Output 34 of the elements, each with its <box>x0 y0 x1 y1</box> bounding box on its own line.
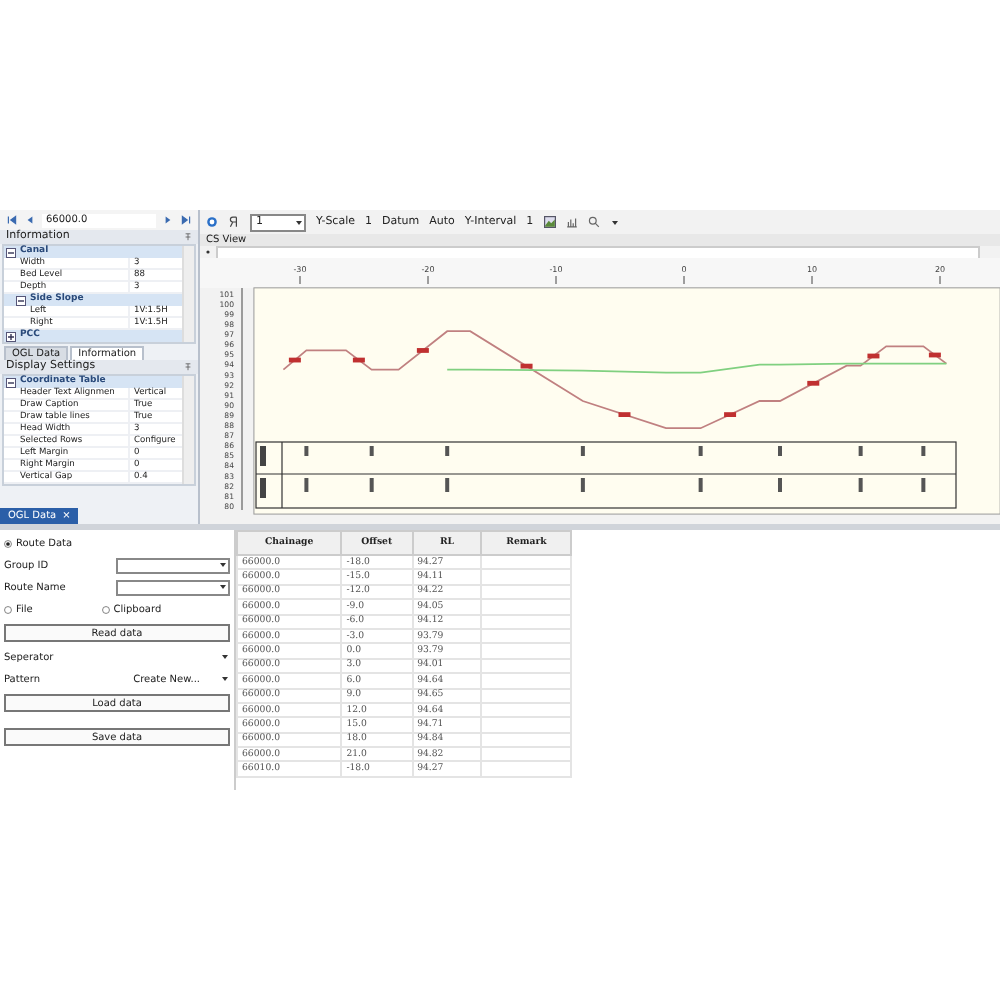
level-tag <box>352 357 365 363</box>
expand-icon[interactable] <box>6 331 16 341</box>
level-tag <box>288 357 301 363</box>
pin-icon[interactable] <box>184 232 192 242</box>
level-tag <box>416 348 429 353</box>
radio-button[interactable] <box>101 605 110 613</box>
pin-icon[interactable] <box>184 362 192 372</box>
dropdown-arrow-icon[interactable] <box>220 674 230 684</box>
mirror-r-icon[interactable] <box>228 216 240 228</box>
bullet-icon <box>204 248 212 256</box>
dropdown-arrow-icon[interactable] <box>218 581 228 591</box>
collapse-icon[interactable] <box>16 295 26 305</box>
radio-button[interactable] <box>4 539 12 547</box>
radio-button[interactable] <box>4 605 12 613</box>
collapse-icon[interactable] <box>6 377 16 387</box>
picture-icon[interactable] <box>543 216 556 228</box>
level-tag <box>807 380 820 386</box>
first-icon[interactable] <box>6 214 18 226</box>
next-icon[interactable] <box>162 214 174 226</box>
level-tag <box>867 353 880 359</box>
chart-icon[interactable] <box>565 216 578 228</box>
level-tag <box>928 352 941 358</box>
zoom-icon[interactable] <box>587 216 600 228</box>
level-tag <box>724 412 737 417</box>
dropdown-arrow-icon[interactable] <box>609 217 620 227</box>
dropdown-arrow-icon[interactable] <box>218 559 228 569</box>
level-tag <box>520 363 533 369</box>
dropdown-arrow-icon[interactable] <box>220 652 230 662</box>
dropdown-arrow-icon[interactable] <box>294 217 304 227</box>
refresh-icon[interactable] <box>206 216 218 228</box>
last-icon[interactable] <box>180 214 192 226</box>
collapse-icon[interactable] <box>6 247 16 257</box>
level-tag <box>618 412 631 417</box>
previous-icon[interactable] <box>24 214 36 226</box>
